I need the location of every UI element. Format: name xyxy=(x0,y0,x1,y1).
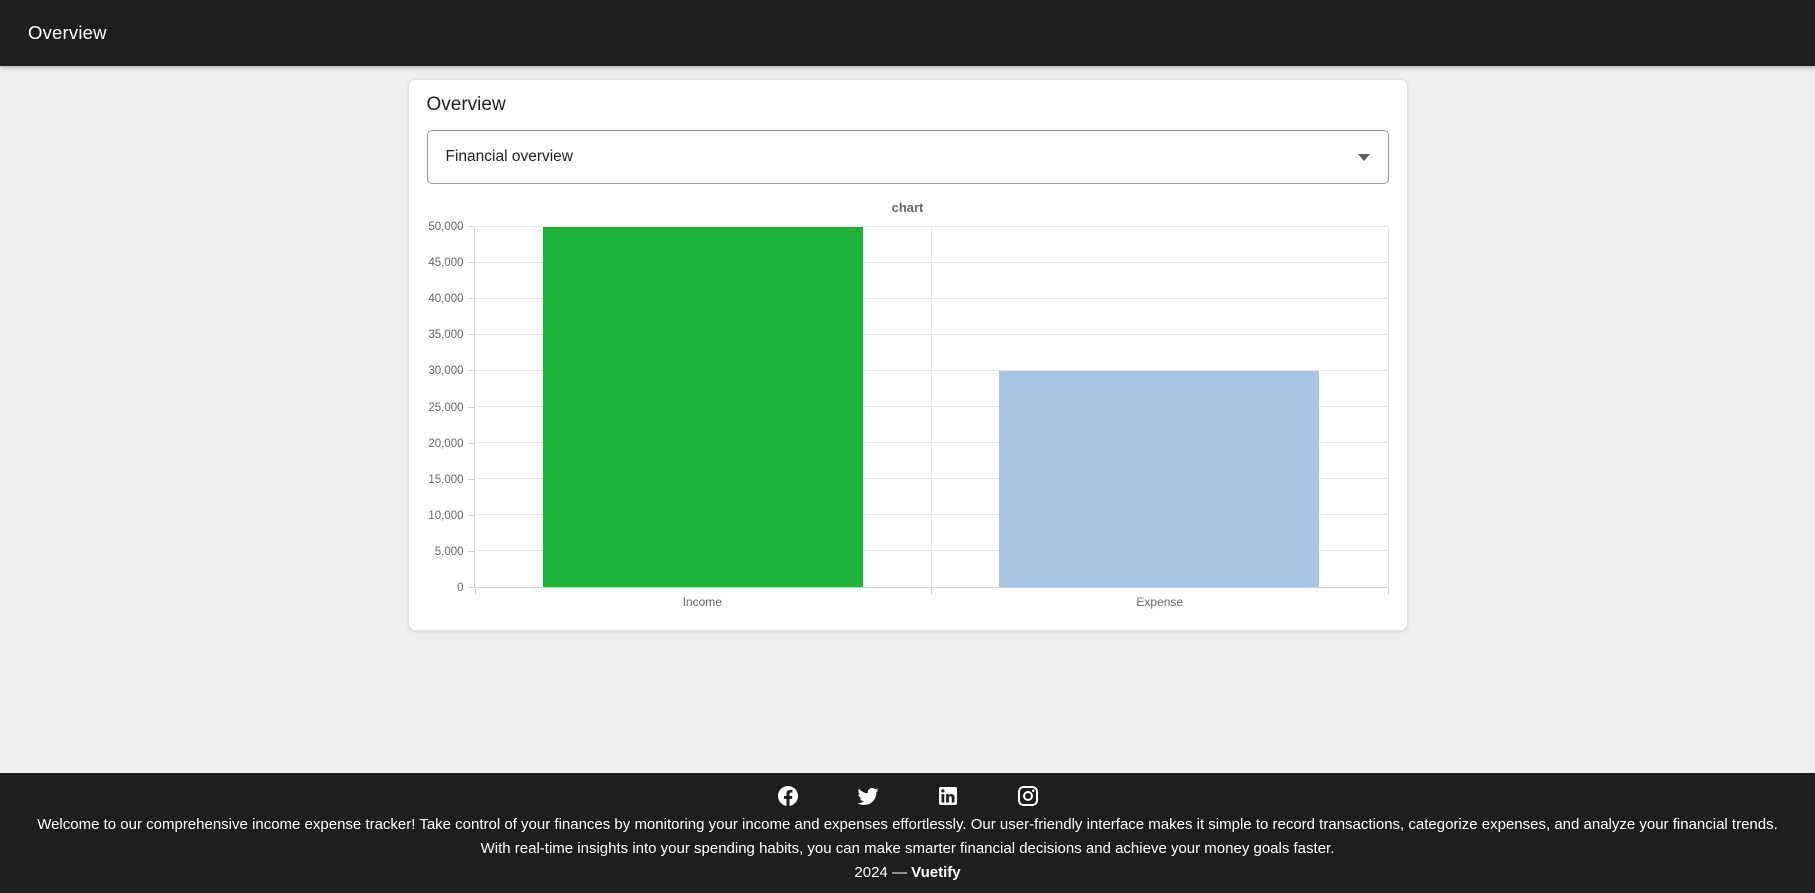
main-content: Overview Financial overview chart 0 5,000… xyxy=(0,66,1815,773)
financial-overview-select[interactable]: Financial overview xyxy=(426,130,1389,184)
x-label-expense: Expense xyxy=(1136,595,1184,609)
overview-card: Overview Financial overview chart 0 5,000… xyxy=(407,79,1408,631)
app-bar: Overview xyxy=(0,0,1815,66)
y-tick-label: 25,000 xyxy=(428,401,464,414)
footer: Welcome to our comprehensive income expe… xyxy=(0,773,1815,893)
select-value: Financial overview xyxy=(445,148,574,165)
card-title: Overview xyxy=(426,94,506,115)
y-tick-label: 40,000 xyxy=(428,293,464,306)
x-label-income: Income xyxy=(682,595,722,609)
y-tick-label: 0 xyxy=(457,582,464,594)
y-tick-label: 30,000 xyxy=(428,365,464,378)
y-tick-label: 15,000 xyxy=(428,473,464,486)
chart-y-axis: 0 5,000 10,000 15,000 20,000 25,000 30,000 35,0… xyxy=(427,221,474,594)
y-tick-label: 45,000 xyxy=(428,257,464,270)
v-gridline xyxy=(1387,227,1389,587)
chart-plot xyxy=(473,226,1389,594)
facebook-icon[interactable] xyxy=(776,784,800,808)
instagram-icon[interactable] xyxy=(1016,784,1040,808)
chart-title: chart xyxy=(891,200,924,215)
linkedin-icon[interactable] xyxy=(936,784,960,808)
footer-year-text: 2024 — xyxy=(854,864,912,881)
y-tick-label: 50,000 xyxy=(428,221,464,233)
v-gridline xyxy=(931,227,932,587)
bar-expense[interactable] xyxy=(999,371,1320,587)
bar-chart: chart 0 5,000 10,000 15,000 20,000 25,000 30,0… xyxy=(427,200,1389,612)
bar-income[interactable] xyxy=(542,227,863,587)
chart-x-labels: Income Expense xyxy=(474,588,1389,612)
twitter-icon[interactable] xyxy=(856,784,880,808)
chevron-down-icon xyxy=(1357,154,1370,161)
app-bar-title: Overview xyxy=(28,22,107,43)
y-tick-label: 35,000 xyxy=(428,329,464,342)
chart-body: 0 5,000 10,000 15,000 20,000 25,000 30,000 35,0… xyxy=(427,221,1389,594)
y-tick-label: 20,000 xyxy=(428,437,464,450)
footer-copyright: 2024 — Vuetify xyxy=(36,861,1779,885)
y-tick-label: 5,000 xyxy=(434,545,464,558)
y-tick-label: 10,000 xyxy=(428,509,464,522)
footer-brand: Vuetify xyxy=(911,864,961,881)
footer-description: Welcome to our comprehensive income expe… xyxy=(37,816,1778,857)
social-icons-row xyxy=(36,784,1779,808)
